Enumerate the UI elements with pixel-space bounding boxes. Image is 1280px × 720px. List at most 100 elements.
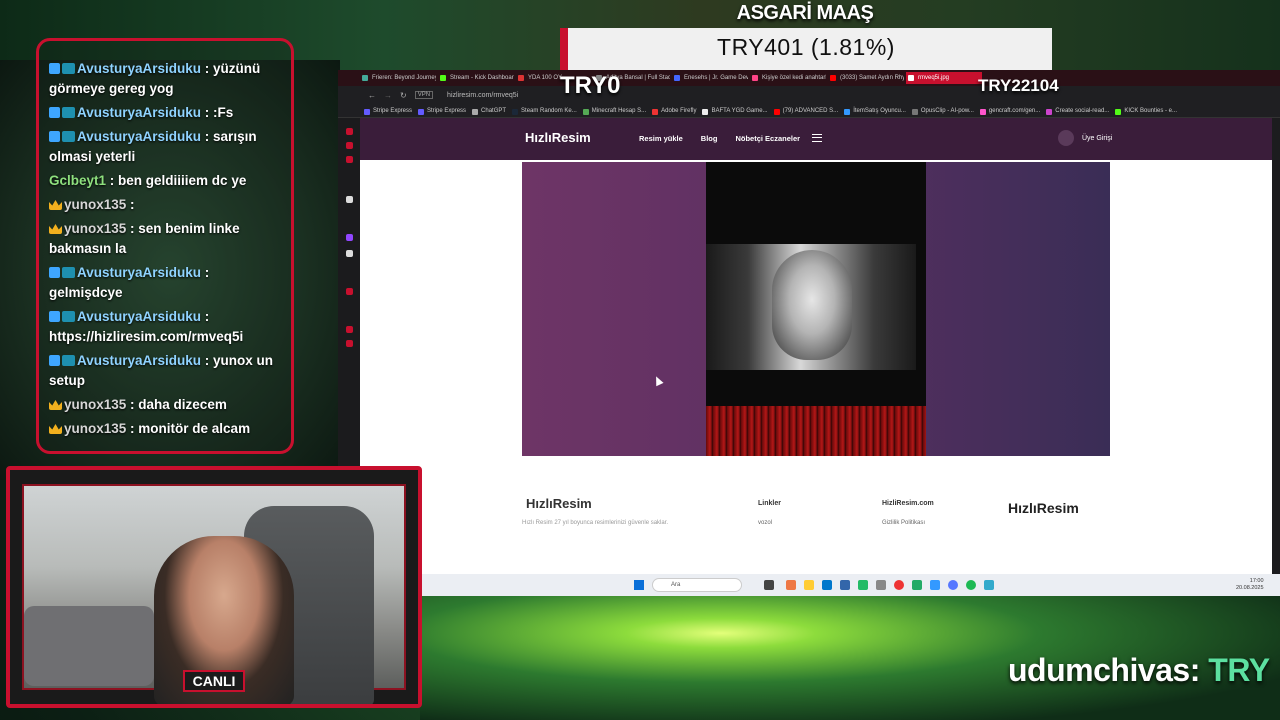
browser-tab[interactable]: Kişiye özel kedi anahtarlı xyxy=(750,72,826,84)
lock-icon[interactable] xyxy=(1058,130,1074,146)
nav-pharmacies[interactable]: Nöbetçi Eczaneler xyxy=(735,134,800,143)
vpn-badge[interactable]: VPN xyxy=(414,91,434,99)
footer-logo-right[interactable]: HızlıResim xyxy=(1008,500,1079,516)
browser-tab[interactable]: (3033) Samet Aydın Rhy xyxy=(828,72,904,84)
taskbar-search[interactable]: Ara xyxy=(652,578,742,592)
store-icon[interactable] xyxy=(840,580,850,590)
bookmark-item[interactable]: BAFTA YGD Game... xyxy=(702,108,768,115)
site-logo[interactable]: HızlıResim xyxy=(525,130,591,145)
chat-username[interactable]: Gclbeyt1 xyxy=(49,173,106,188)
chat-username[interactable]: yunox135 xyxy=(64,197,126,212)
try-left-overlay: TRY0 xyxy=(560,72,621,99)
chat-overlay: AvusturyaArsiduku : yüzünü görmeye gereg… xyxy=(36,38,294,454)
windows-start-icon[interactable] xyxy=(634,580,644,590)
spotify-icon[interactable] xyxy=(966,580,976,590)
crown-badge-icon xyxy=(49,424,62,434)
taskbar-app-icon[interactable] xyxy=(786,580,796,590)
back-icon[interactable]: ← xyxy=(368,91,376,100)
ticker-value: TRY xyxy=(1208,652,1270,688)
discord-icon[interactable] xyxy=(948,580,958,590)
taskbar-app-icon[interactable] xyxy=(764,580,774,590)
browser-tab[interactable]: Frieren: Beyond Journey's xyxy=(360,72,436,84)
bookmark-item[interactable]: KICK Bounties - e... xyxy=(1115,108,1177,115)
sidebar-icon[interactable] xyxy=(346,326,353,333)
chat-message: AvusturyaArsiduku : :Fs xyxy=(45,101,285,125)
footer-link[interactable]: vozol xyxy=(758,520,772,526)
sub-badge-icon xyxy=(49,131,60,142)
sub-badge-icon xyxy=(49,107,60,118)
live-badge: CANLI xyxy=(183,670,245,692)
mod-badge-icon xyxy=(62,63,75,74)
mod-badge-icon xyxy=(62,267,75,278)
bookmark-item[interactable]: Create social-read... xyxy=(1046,108,1109,115)
taskbar-clock[interactable]: 17:00 20.08.2025 xyxy=(1236,578,1264,592)
bookmark-item[interactable]: İtemSatış Oyuncu... xyxy=(844,108,906,115)
footer-privacy-link[interactable]: Gizlilik Politikası xyxy=(882,520,925,526)
tab-bar: Frieren: Beyond Journey's Stream - Kick D… xyxy=(338,70,1280,86)
chat-username[interactable]: AvusturyaArsiduku xyxy=(77,265,201,280)
webcam-feed xyxy=(22,484,406,704)
browser-tab[interactable]: rmveq5i.jpg xyxy=(906,72,982,84)
bookmark-item[interactable]: Stripe Express xyxy=(364,108,412,115)
bookmark-item[interactable]: gencraft.com/gen... xyxy=(979,108,1040,115)
uploaded-image[interactable] xyxy=(706,162,926,456)
sidebar-icon[interactable] xyxy=(346,288,353,295)
bookmark-item[interactable]: Adobe Firefly xyxy=(652,108,696,115)
mod-badge-icon xyxy=(62,355,75,366)
taskbar-app-icon[interactable] xyxy=(912,580,922,590)
mod-badge-icon xyxy=(62,107,75,118)
hamburger-menu-icon[interactable] xyxy=(812,134,822,142)
url-input[interactable]: hizliresim.com/rmveq5i xyxy=(441,92,518,99)
price-text: TRY401 (1.81%) xyxy=(717,34,895,60)
whatsapp-icon[interactable] xyxy=(858,580,868,590)
taskbar-app-icon[interactable] xyxy=(930,580,940,590)
bookmark-item[interactable]: Minecraft Hesap S... xyxy=(582,108,646,115)
address-bar: ← → ↻ VPN hizliresim.com/rmveq5i xyxy=(338,86,1280,104)
opera-icon[interactable] xyxy=(894,580,904,590)
chat-message: yunox135 : sen benim linke bakmasın la xyxy=(45,217,285,261)
ticker-user: udumchivas: xyxy=(1008,652,1200,688)
website: HızlıResim Resim yükle Blog Nöbetçi Ecza… xyxy=(360,118,1272,574)
chat-username[interactable]: AvusturyaArsiduku xyxy=(77,309,201,324)
browser-tab[interactable]: Stream - Kick Dashboard xyxy=(438,72,514,84)
chat-text: : xyxy=(130,197,135,212)
bookmark-item[interactable]: ChatGPT xyxy=(472,108,506,115)
chat-username[interactable]: yunox135 xyxy=(64,221,126,236)
chat-username[interactable]: yunox135 xyxy=(64,397,126,412)
chat-username[interactable]: AvusturyaArsiduku xyxy=(77,129,201,144)
nav-blog[interactable]: Blog xyxy=(701,134,718,143)
chat-username[interactable]: AvusturyaArsiduku xyxy=(77,353,201,368)
taskbar-app-icon[interactable] xyxy=(876,580,886,590)
portrait xyxy=(772,250,852,360)
forward-icon[interactable]: → xyxy=(384,91,392,100)
sidebar-icon[interactable] xyxy=(346,128,353,135)
windows-taskbar: Ara 17:00 20.08.2025 xyxy=(360,574,1280,596)
sidebar-icon[interactable] xyxy=(346,156,353,163)
crown-badge-icon xyxy=(49,400,62,410)
bookmark-item[interactable]: Steam Random Ke... xyxy=(512,108,577,115)
reload-icon[interactable]: ↻ xyxy=(400,91,407,100)
folder-icon[interactable] xyxy=(804,580,814,590)
sub-badge-icon xyxy=(49,63,60,74)
clock-date: 20.08.2025 xyxy=(1236,585,1264,591)
sidebar-icon[interactable] xyxy=(346,340,353,347)
sidebar-icon[interactable] xyxy=(346,142,353,149)
chat-username[interactable]: yunox135 xyxy=(64,421,126,436)
x-icon[interactable] xyxy=(346,250,353,257)
bookmark-item[interactable]: (79) ADVANCED S... xyxy=(773,108,838,115)
sidebar-icon[interactable] xyxy=(346,196,353,203)
asgari-title: ASGARİ MAAŞ xyxy=(736,2,874,24)
nav-upload[interactable]: Resim yükle xyxy=(639,134,683,143)
twitch-icon[interactable] xyxy=(346,234,353,241)
bookmark-item[interactable]: OpusClip - AI-pow... xyxy=(911,108,974,115)
login-link[interactable]: Üye Girişi xyxy=(1082,135,1112,142)
taskbar-app-icon[interactable] xyxy=(984,580,994,590)
chat-username[interactable]: AvusturyaArsiduku xyxy=(77,61,201,76)
outlook-icon[interactable] xyxy=(822,580,832,590)
footer-description: Hızlı Resim 27 yıl boyunca resimlerinizi… xyxy=(522,520,669,526)
browser-tab[interactable]: Enesehs | Jr. Game Dev xyxy=(672,72,748,84)
chat-username[interactable]: AvusturyaArsiduku xyxy=(77,105,201,120)
chat-text: : daha dizecem xyxy=(130,397,227,412)
footer-logo[interactable]: HızlıResim xyxy=(526,496,592,511)
bookmark-item[interactable]: Stripe Express xyxy=(418,108,466,115)
